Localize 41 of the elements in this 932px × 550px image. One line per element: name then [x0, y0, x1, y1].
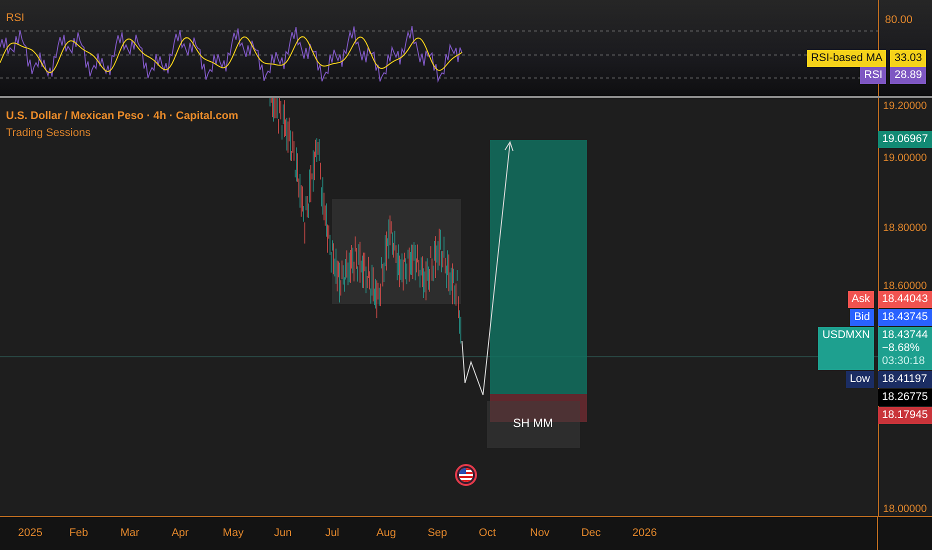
price-tag-name: USDMXN: [818, 327, 874, 370]
time-label: May: [222, 527, 244, 539]
time-label: Apr: [172, 527, 189, 539]
indicator-label: Trading Sessions: [6, 127, 92, 139]
price-tag-name: Bid: [850, 309, 874, 326]
time-label: Sep: [428, 527, 448, 539]
ma-tag: RSI-based MA: [806, 50, 886, 67]
price-tag: 18.43745: [878, 309, 932, 326]
time-label: Mar: [120, 527, 140, 539]
flag-icon[interactable]: [455, 464, 477, 486]
target-price-tag: 19.06967: [878, 131, 932, 148]
price-tag: 18.26775: [878, 389, 932, 406]
time-label: Feb: [69, 527, 88, 539]
time-label: Dec: [581, 527, 601, 539]
rsi-tag: RSI: [860, 67, 886, 84]
rsi-value-tag: 28.89: [890, 67, 926, 84]
price-tag: 18.41197: [878, 371, 932, 388]
time-label: Jul: [325, 527, 340, 539]
ma-value-tag: 33.03: [890, 50, 926, 67]
time-label: Aug: [376, 527, 396, 539]
price-tag-name: Low: [846, 371, 874, 388]
time-label: Jun: [274, 527, 292, 539]
time-label: 2026: [632, 527, 657, 539]
position-label: SH MM: [513, 416, 553, 430]
price-tag: 18.17945: [878, 407, 932, 424]
price-value: 18.43744: [882, 329, 928, 342]
change-percent: −8.68%: [882, 342, 921, 355]
chart-title: U.S. Dollar / Mexican Peso · 4h · Capital.com: [6, 110, 238, 122]
time-label: Nov: [530, 527, 550, 539]
time-label: Oct: [478, 527, 496, 539]
price-tick: 18.60000: [883, 280, 927, 292]
countdown-timer: 03:30:18: [882, 355, 926, 368]
indicator-title: RSI: [6, 12, 24, 24]
price-tick: 19.20000: [883, 100, 927, 112]
price-tag: 18.44043: [878, 291, 932, 308]
price-tick: 18.00000: [883, 503, 927, 515]
price-tick: 18.80000: [883, 222, 927, 234]
time-label: 2025: [18, 527, 42, 539]
axis-label: 80.00: [885, 14, 913, 26]
price-tick: 19.00000: [883, 152, 927, 164]
price-tag-name: Ask: [848, 291, 874, 308]
